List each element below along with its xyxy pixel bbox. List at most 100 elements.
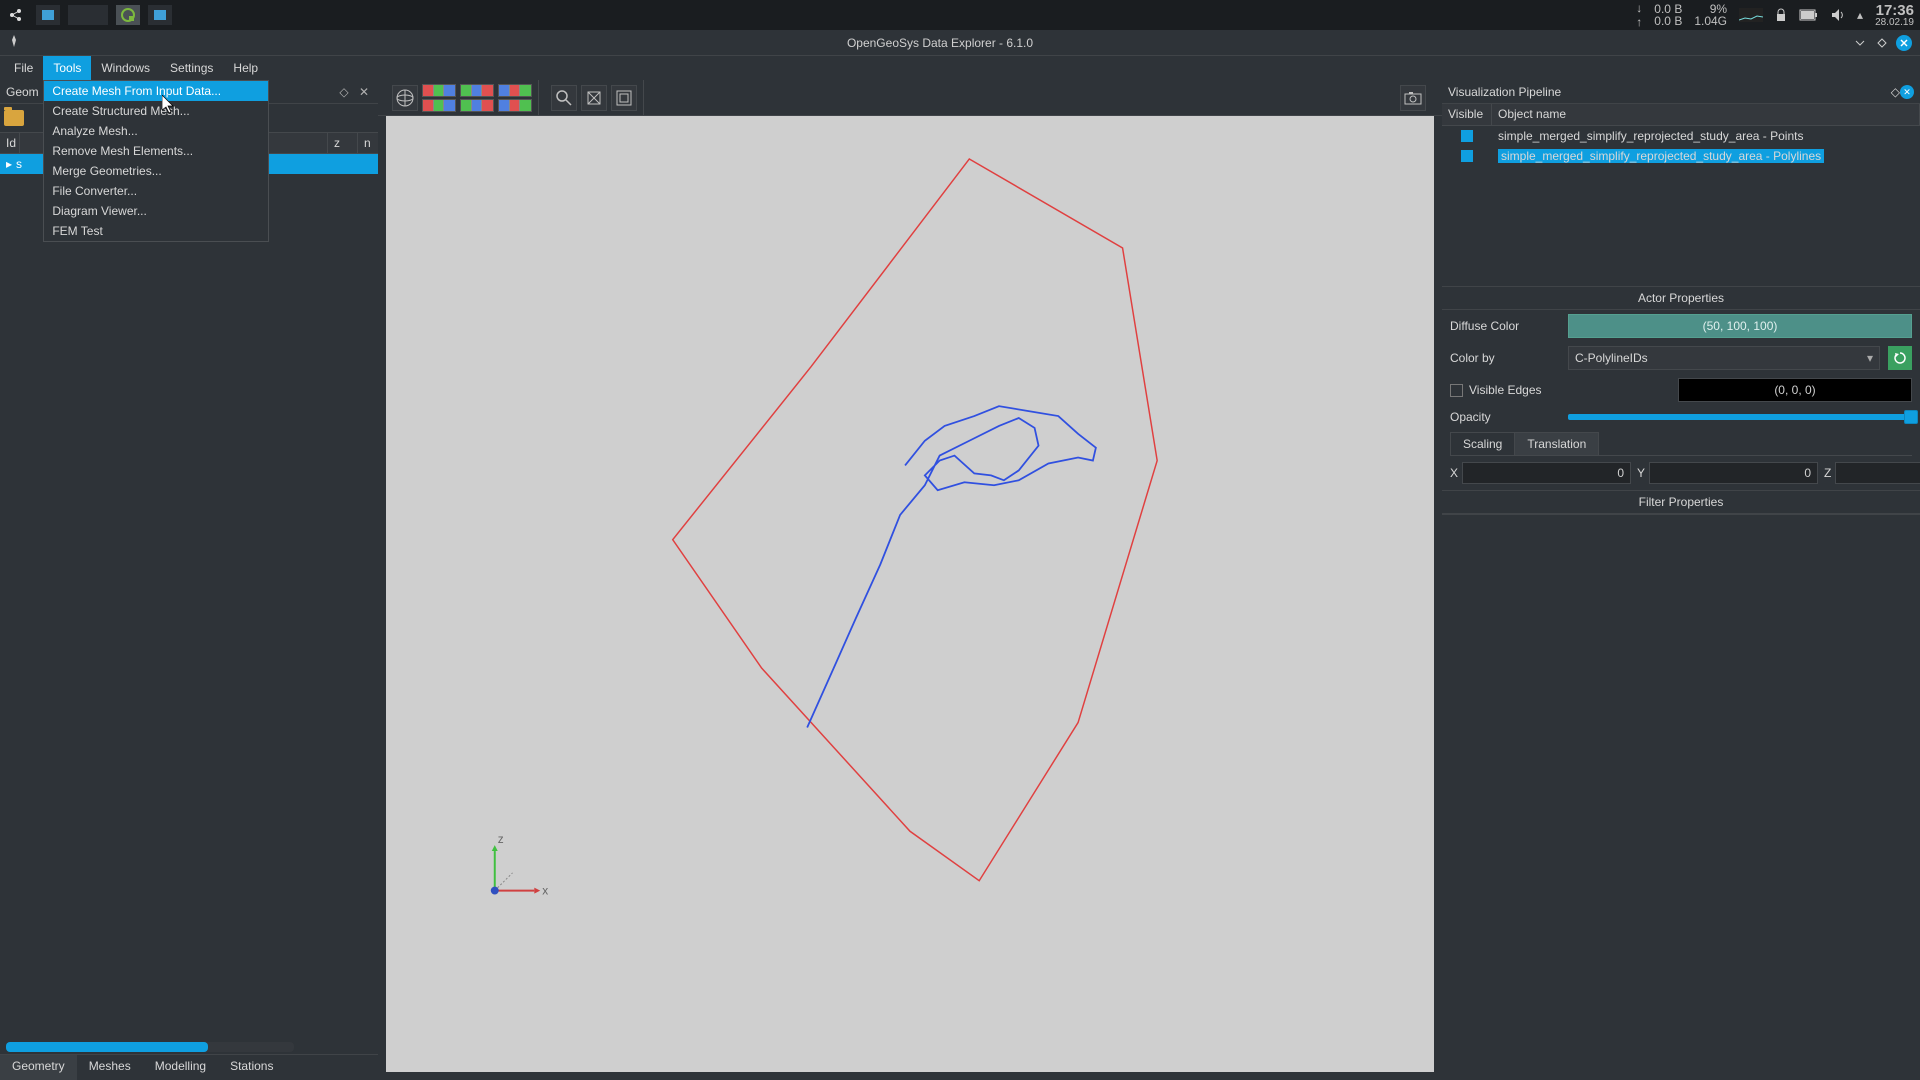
panel-float-icon[interactable]: ◇ xyxy=(336,84,352,100)
task-item-3[interactable] xyxy=(148,5,172,25)
filter-properties-body xyxy=(1442,514,1920,1080)
cpu-stats: 9% 1.04G xyxy=(1694,3,1727,27)
visible-edges-checkbox[interactable] xyxy=(1450,384,1463,397)
tab-geometry[interactable]: Geometry xyxy=(0,1055,77,1080)
col-object-name[interactable]: Object name xyxy=(1492,104,1920,125)
col-z[interactable]: z xyxy=(328,133,358,153)
opacity-row: Opacity xyxy=(1442,406,1920,428)
geometry-panel-title: Geom xyxy=(6,85,39,99)
menu-fem-test[interactable]: FEM Test xyxy=(44,221,268,241)
menu-analyze-mesh[interactable]: Analyze Mesh... xyxy=(44,121,268,141)
clock[interactable]: 17:36 28.02.19 xyxy=(1875,3,1914,28)
launcher-icon[interactable] xyxy=(6,4,28,26)
tab-scaling[interactable]: Scaling xyxy=(1450,432,1515,455)
vis-table-header: Visible Object name xyxy=(1442,104,1920,126)
menu-file-converter[interactable]: File Converter... xyxy=(44,181,268,201)
panel-close-icon[interactable]: ✕ xyxy=(1900,84,1914,100)
globe-view-button[interactable] xyxy=(392,85,418,111)
screenshot-button[interactable] xyxy=(1400,85,1426,111)
expand-icon[interactable]: ▸ xyxy=(6,157,12,171)
pin-icon[interactable] xyxy=(8,35,20,50)
maximize-icon[interactable] xyxy=(1874,35,1890,51)
x-label: X xyxy=(1450,466,1458,480)
diffuse-color-row: Diffuse Color (50, 100, 100) xyxy=(1442,310,1920,342)
battery-icon[interactable] xyxy=(1799,9,1819,21)
task-item-2[interactable] xyxy=(68,5,108,25)
3d-viewport[interactable]: x z xyxy=(386,116,1434,1072)
menu-windows[interactable]: Windows xyxy=(91,56,160,80)
tools-dropdown: Create Mesh From Input Data... Create St… xyxy=(43,80,269,242)
app-title: OpenGeoSys Data Explorer - 6.1.0 xyxy=(28,36,1852,50)
viewport-toolbar xyxy=(378,80,1442,116)
menu-create-structured-mesh[interactable]: Create Structured Mesh... xyxy=(44,101,268,121)
visibility-checkbox[interactable] xyxy=(1461,150,1473,162)
svg-text:x: x xyxy=(542,884,548,898)
menu-tools[interactable]: Tools Create Mesh From Input Data... Cre… xyxy=(43,56,91,80)
z-label: Z xyxy=(1824,466,1831,480)
opacity-slider[interactable] xyxy=(1568,414,1912,420)
visibility-checkbox[interactable] xyxy=(1461,130,1473,142)
vis-row-points[interactable]: simple_merged_simplify_reprojected_study… xyxy=(1442,126,1920,146)
vis-pipeline-title: Visualization Pipeline xyxy=(1448,85,1561,99)
tab-translation[interactable]: Translation xyxy=(1514,432,1599,455)
edge-color-button[interactable]: (0, 0, 0) xyxy=(1678,378,1912,402)
center-area: x z xyxy=(378,80,1442,1080)
menu-create-mesh-input[interactable]: Create Mesh From Input Data... xyxy=(44,81,268,101)
translation-z-input[interactable] xyxy=(1835,462,1920,484)
tray-chevron-icon[interactable]: ▴ xyxy=(1857,8,1863,22)
view-preset-3[interactable] xyxy=(498,84,532,112)
zoom-button[interactable] xyxy=(551,85,577,111)
tab-stations[interactable]: Stations xyxy=(218,1055,285,1080)
geometry-item-label: s xyxy=(16,157,22,171)
task-item-qgis[interactable] xyxy=(116,5,140,25)
col-id[interactable]: Id xyxy=(0,133,20,153)
system-taskbar: ↓↑ 0.0 B 0.0 B 9% 1.04G ▴ 17:36 28.02.19 xyxy=(0,0,1920,30)
study-area-polyline xyxy=(807,406,1096,727)
refresh-colormap-button[interactable] xyxy=(1888,346,1912,370)
left-dock-tabs: Geometry Meshes Modelling Stations xyxy=(0,1054,378,1080)
color-by-select[interactable]: C-PolylineIDs xyxy=(1568,346,1880,370)
translation-x-input[interactable] xyxy=(1462,462,1631,484)
cpu-graph-icon xyxy=(1739,8,1763,22)
close-icon[interactable] xyxy=(1896,35,1912,51)
menu-help[interactable]: Help xyxy=(223,56,268,80)
col-n[interactable]: n xyxy=(358,133,378,153)
volume-icon[interactable] xyxy=(1831,8,1845,22)
lock-icon[interactable] xyxy=(1775,8,1787,22)
tab-modelling[interactable]: Modelling xyxy=(143,1055,218,1080)
color-by-row: Color by C-PolylineIDs xyxy=(1442,342,1920,374)
diffuse-color-button[interactable]: (50, 100, 100) xyxy=(1568,314,1912,338)
minimize-icon[interactable] xyxy=(1852,35,1868,51)
workspace: Geom ◇ ✕ Id z n ▸ s Geometry Meshes Mode… xyxy=(0,80,1920,1080)
visualization-pipeline-panel: Visualization Pipeline ◇ ✕ Visible Objec… xyxy=(1442,80,1920,286)
menu-settings[interactable]: Settings xyxy=(160,56,223,80)
axis-gizmo: x z xyxy=(491,832,548,897)
vis-pipeline-list[interactable]: simple_merged_simplify_reprojected_study… xyxy=(1442,126,1920,286)
net-speed: 0.0 B 0.0 B xyxy=(1654,3,1682,27)
horizontal-scrollbar[interactable] xyxy=(6,1042,294,1052)
diffuse-color-label: Diffuse Color xyxy=(1450,319,1560,333)
menu-file[interactable]: File xyxy=(4,56,43,80)
tab-meshes[interactable]: Meshes xyxy=(77,1055,143,1080)
visible-edges-row: Visible Edges (0, 0, 0) xyxy=(1442,374,1920,406)
vis-row-polylines[interactable]: simple_merged_simplify_reprojected_study… xyxy=(1442,146,1920,166)
bounding-box-button[interactable] xyxy=(611,85,637,111)
filter-properties-title: Filter Properties xyxy=(1442,490,1920,514)
view-preset-1[interactable] xyxy=(422,84,456,112)
net-arrows-icon: ↓↑ xyxy=(1636,1,1642,29)
wireframe-button[interactable] xyxy=(581,85,607,111)
panel-float-icon[interactable]: ◇ xyxy=(1891,85,1900,99)
opacity-label: Opacity xyxy=(1450,410,1560,424)
view-preset-2[interactable] xyxy=(460,84,494,112)
translation-y-input[interactable] xyxy=(1649,462,1818,484)
menu-diagram-viewer[interactable]: Diagram Viewer... xyxy=(44,201,268,221)
open-file-button[interactable] xyxy=(4,110,24,126)
col-visible[interactable]: Visible xyxy=(1442,104,1492,125)
menu-merge-geometries[interactable]: Merge Geometries... xyxy=(44,161,268,181)
task-item-1[interactable] xyxy=(36,5,60,25)
panel-close-icon[interactable]: ✕ xyxy=(356,84,372,100)
menu-remove-mesh-elements[interactable]: Remove Mesh Elements... xyxy=(44,141,268,161)
right-dock: Visualization Pipeline ◇ ✕ Visible Objec… xyxy=(1442,80,1920,1080)
translation-inputs: X Y Z xyxy=(1442,456,1920,490)
geometry-tree[interactable]: ▸ s xyxy=(0,154,378,1054)
